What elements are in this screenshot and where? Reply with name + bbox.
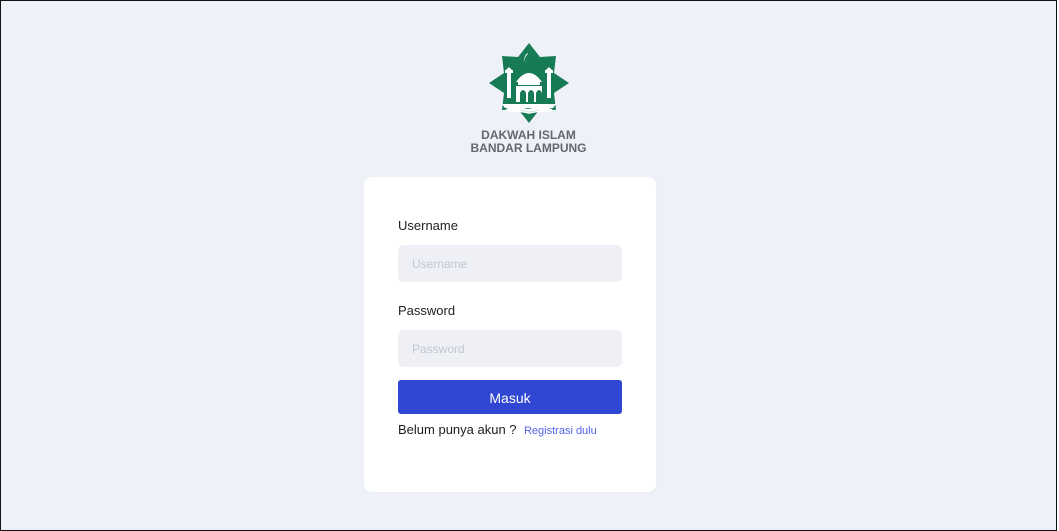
registration-prompt: Belum punya akun ? Registrasi dulu	[398, 422, 597, 439]
registration-prompt-text: Belum punya akun ?	[398, 422, 517, 437]
organization-title: DAKWAH ISLAM BANDAR LAMPUNG	[471, 129, 587, 155]
login-card: Username Password Masuk Belum punya akun…	[364, 177, 656, 492]
login-button[interactable]: Masuk	[398, 380, 622, 414]
username-input[interactable]	[398, 245, 622, 282]
password-input[interactable]	[398, 330, 622, 367]
organization-title-line-2: BANDAR LAMPUNG	[470, 141, 587, 155]
username-label: Username	[398, 218, 458, 233]
registration-link[interactable]: Registrasi dulu	[524, 425, 597, 437]
mosque-logo-icon	[488, 43, 569, 123]
password-label: Password	[398, 303, 456, 318]
brand-header: DAKWAH ISLAM BANDAR LAMPUNG	[1, 39, 1056, 155]
login-page: DAKWAH ISLAM BANDAR LAMPUNG Username Pas…	[0, 0, 1057, 531]
